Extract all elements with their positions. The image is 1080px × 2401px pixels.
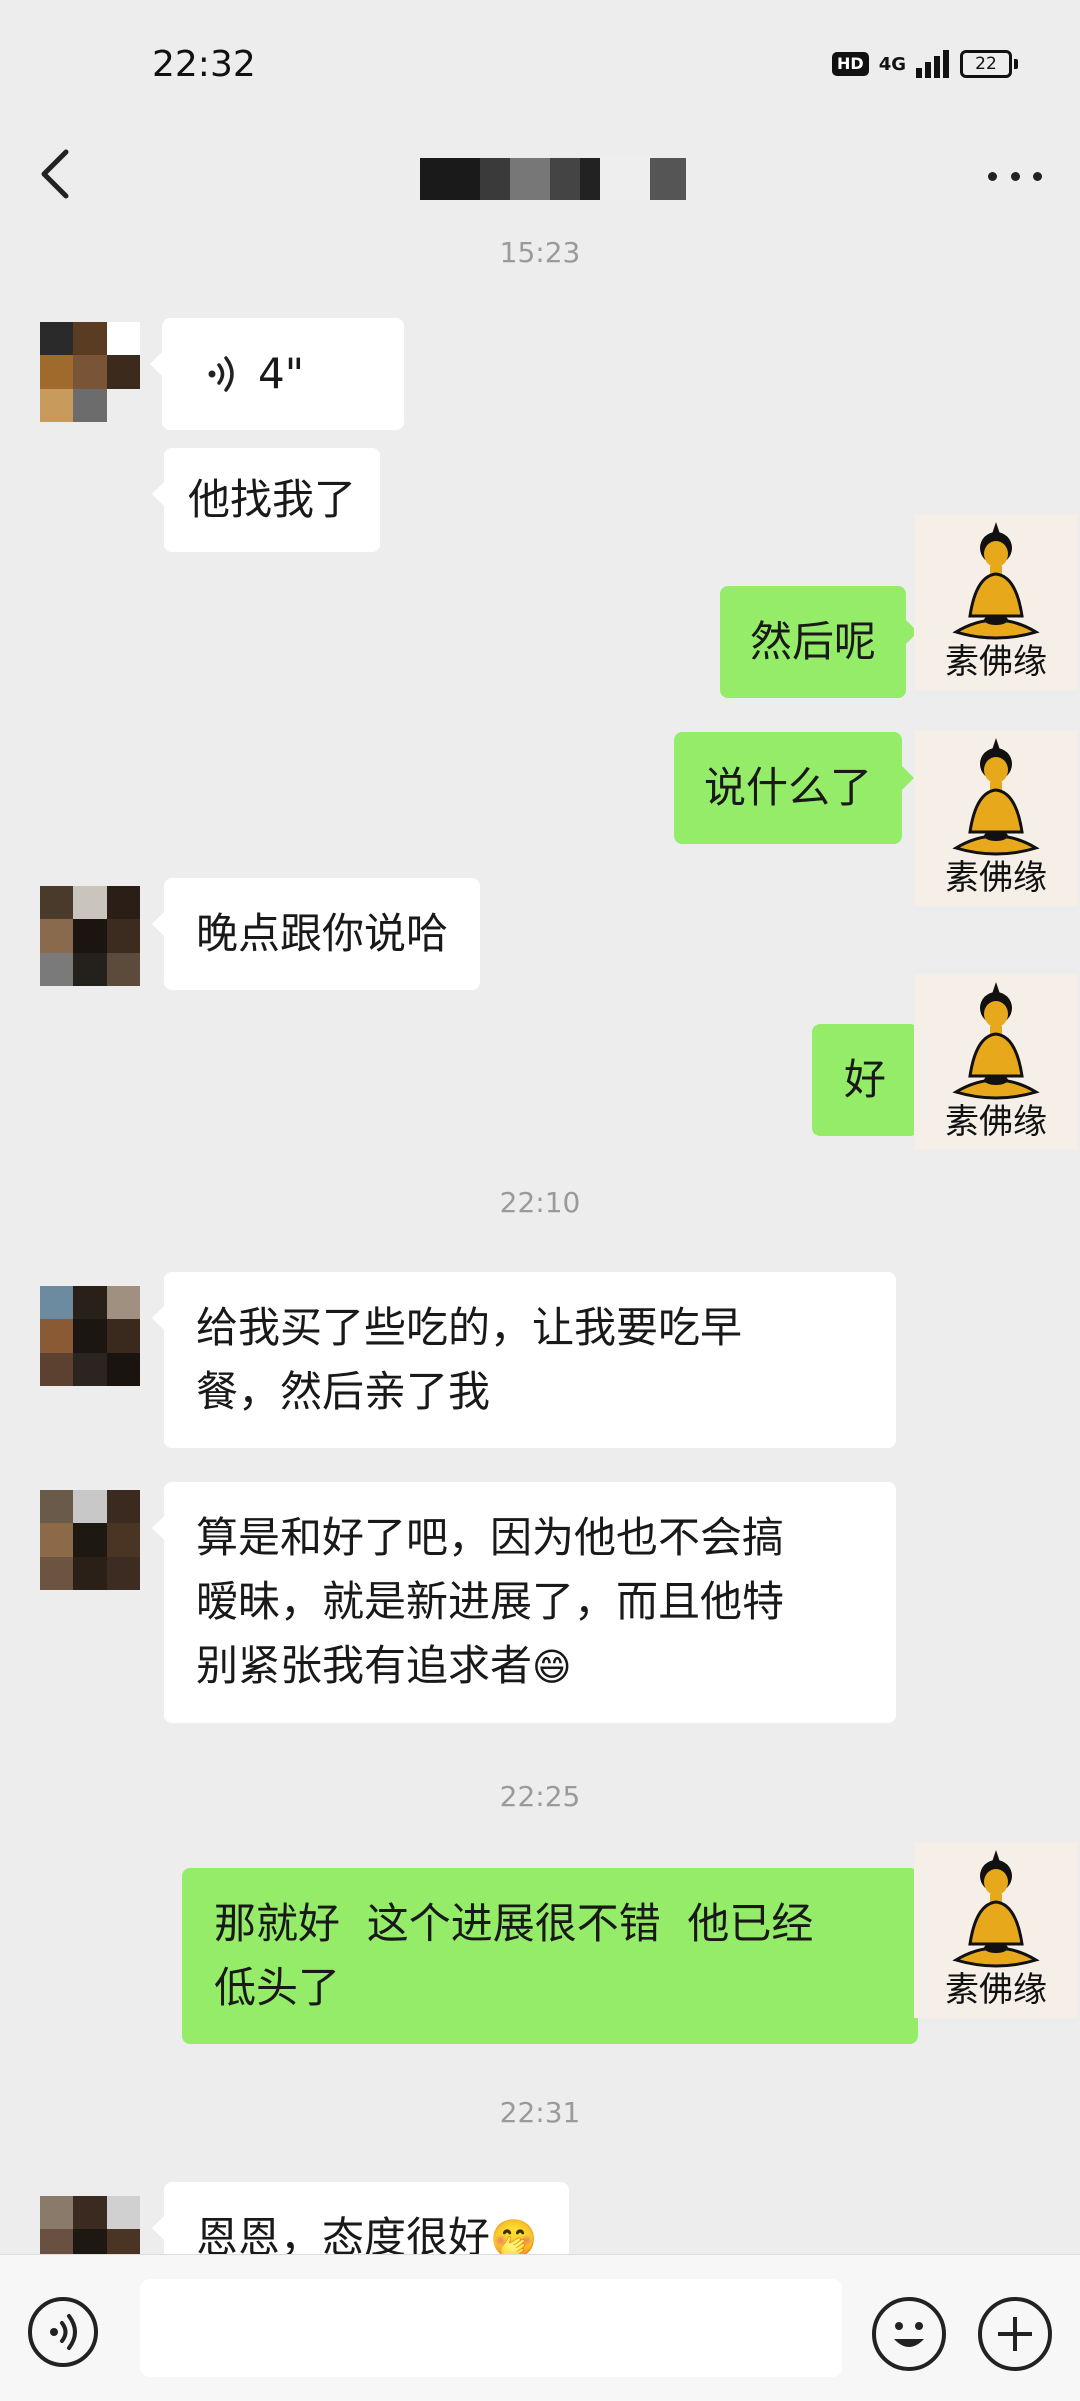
message-text-line: 餐，然后亲了我 [196, 1367, 491, 1416]
message-text: 说什么了 [704, 763, 873, 812]
buddha-logo-icon [952, 522, 1040, 640]
message-text-line: 别紧张我有追求者😄 [196, 1634, 864, 1699]
input-bar [0, 2254, 1080, 2401]
self-avatar-label: 素佛缘 [945, 858, 1047, 898]
self-avatar-label: 素佛缘 [945, 1102, 1047, 1142]
network-label: 4G [878, 53, 906, 75]
self-avatar[interactable]: 素佛缘 [914, 514, 1078, 690]
self-avatar[interactable]: 素佛缘 [914, 730, 1078, 906]
message-text: 好 [844, 1055, 887, 1104]
signal-icon [916, 50, 949, 78]
message-bubble[interactable]: 算是和好了吧，因为他也不会搞 暧昧，就是新进展了，而且他特 别紧张我有追求者😄 [152, 1482, 896, 1723]
hd-badge: HD [832, 52, 869, 76]
timestamp: 15:23 [499, 236, 581, 269]
voice-mode-icon [50, 2314, 77, 2350]
buddha-logo-icon [952, 738, 1040, 856]
chat-header [0, 130, 1080, 230]
chat-title-redacted [420, 158, 690, 200]
message-text-line: 低头了 [214, 1963, 341, 2012]
back-button[interactable] [30, 144, 90, 204]
timestamp: 22:25 [499, 1780, 581, 1813]
emoji-icon [894, 2322, 924, 2347]
message-bubble[interactable]: 他找我了 [151, 448, 381, 552]
timestamp: 22:10 [499, 1186, 581, 1219]
message-input[interactable] [140, 2279, 842, 2377]
more-button[interactable] [980, 146, 1050, 206]
message-bubble[interactable]: 说什么了 [674, 732, 915, 844]
message-text: 然后呢 [750, 617, 877, 666]
voice-mode-button[interactable] [28, 2297, 98, 2367]
message-text-line: 那就好 这个进展很不错 他已经 [214, 1899, 814, 1948]
self-avatar[interactable]: 素佛缘 [914, 974, 1078, 1150]
contact-avatar[interactable] [40, 322, 140, 422]
contact-avatar[interactable] [40, 1490, 140, 1590]
voice-message[interactable]: 4" [150, 318, 404, 430]
more-dots-icon [988, 171, 997, 181]
message-text-line: 算是和好了吧，因为他也不会搞 [196, 1513, 785, 1562]
voice-wave-icon [208, 356, 234, 392]
contact-avatar[interactable] [40, 1286, 140, 1386]
voice-duration: 4" [258, 349, 305, 398]
status-time: 22:32 [152, 44, 256, 85]
message-bubble[interactable]: 那就好 这个进展很不错 他已经 低头了 [182, 1868, 930, 2044]
timestamp: 22:31 [499, 2096, 581, 2129]
battery-icon: 22 [960, 50, 1018, 78]
message-text-line: 暧昧，就是新进展了，而且他特 [196, 1577, 785, 1626]
message-text: 别紧张我有追求者 [196, 1641, 533, 1690]
message-bubble[interactable]: 好 [812, 1024, 931, 1136]
contact-avatar[interactable] [40, 886, 140, 986]
status-indicators: HD 4G 22 [832, 50, 1018, 78]
chevron-left-icon [41, 149, 69, 199]
status-bar: 22:32 HD 4G 22 [0, 0, 1080, 130]
self-avatar-label: 素佛缘 [945, 642, 1047, 682]
message-bubble[interactable]: 晚点跟你说哈 [151, 878, 481, 990]
message-text: 晚点跟你说哈 [196, 909, 449, 958]
self-avatar[interactable]: 素佛缘 [914, 1842, 1078, 2018]
grin-emoji: 😄 [532, 1645, 572, 1689]
message-bubble[interactable]: 然后呢 [720, 586, 919, 698]
buddha-logo-icon [952, 1850, 1040, 1968]
buddha-logo-icon [952, 982, 1040, 1100]
self-avatar-label: 素佛缘 [945, 1970, 1047, 2010]
emoji-button[interactable] [872, 2297, 946, 2371]
message-bubble[interactable]: 给我买了些吃的，让我要吃早 餐，然后亲了我 [152, 1272, 896, 1448]
message-text-line: 给我买了些吃的，让我要吃早 [196, 1303, 743, 1352]
plus-button[interactable] [978, 2297, 1052, 2371]
message-text: 他找我了 [188, 475, 357, 524]
